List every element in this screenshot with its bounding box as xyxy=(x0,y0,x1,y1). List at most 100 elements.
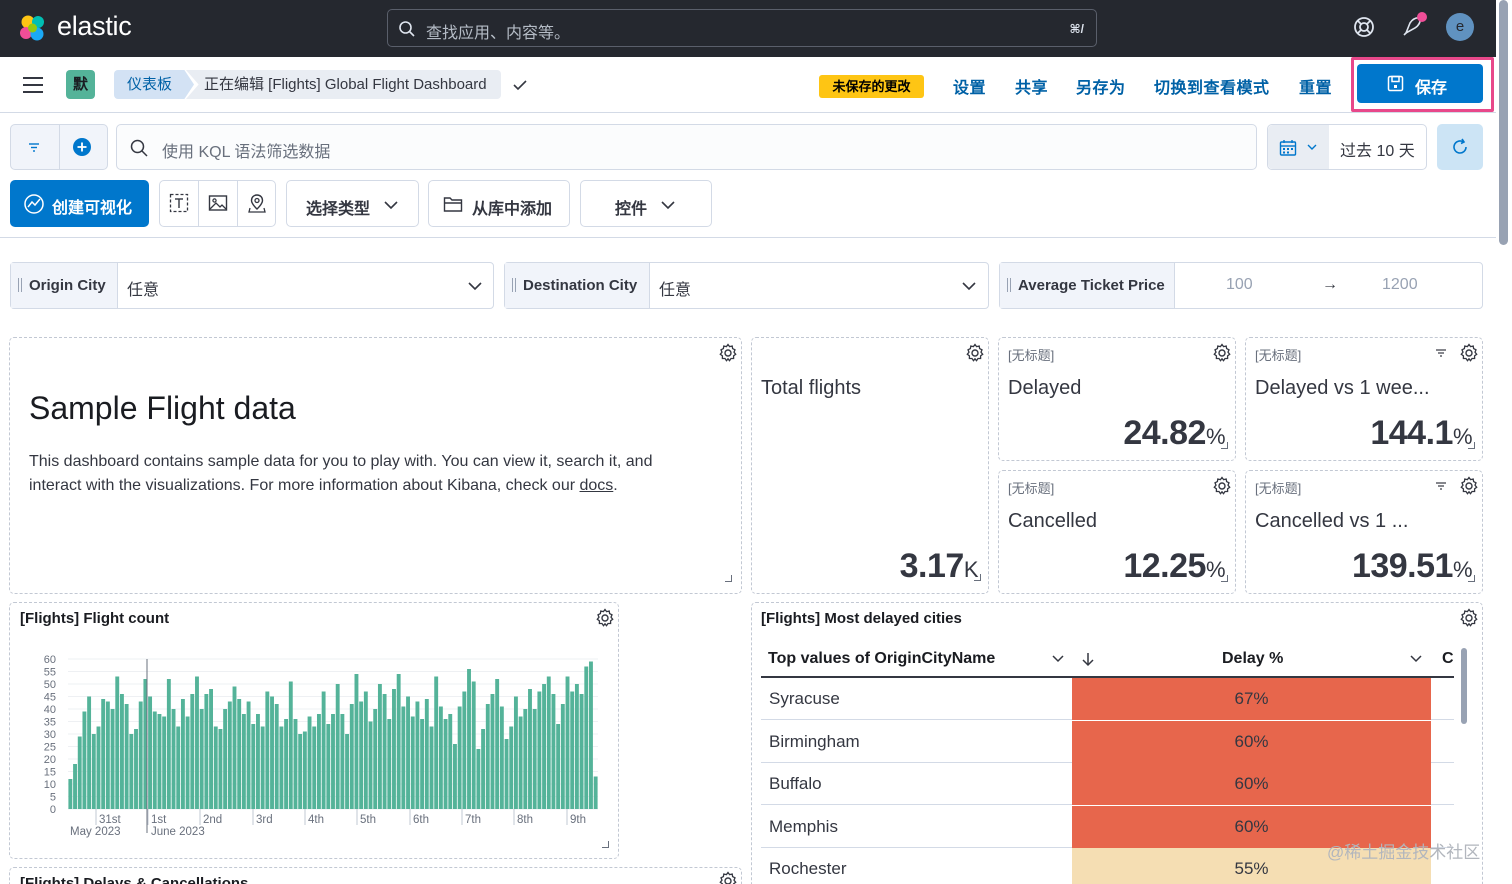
add-text-button[interactable] xyxy=(160,181,199,226)
resize-handle[interactable] xyxy=(1221,442,1228,449)
city-cell: Syracuse xyxy=(769,689,840,708)
quick-select-button[interactable] xyxy=(1268,125,1329,169)
x-tick-label: 1st xyxy=(151,814,167,826)
gear-icon[interactable] xyxy=(965,343,985,363)
add-map-button[interactable] xyxy=(238,181,277,226)
settings-link[interactable]: 设置 xyxy=(953,74,986,98)
resize-handle[interactable] xyxy=(1468,575,1475,582)
breadcrumb-dashboards[interactable]: 仪表板 xyxy=(114,70,194,99)
kql-query-input[interactable]: 使用 KQL 语法筛选数据 xyxy=(116,124,1257,170)
gear-icon[interactable] xyxy=(1459,608,1479,628)
bar xyxy=(349,704,354,809)
time-range-label[interactable]: 过去 10 天 xyxy=(1340,137,1415,161)
gear-icon[interactable] xyxy=(1212,476,1232,496)
global-search-input[interactable]: 查找应用、内容等。 ⌘/ xyxy=(387,9,1097,47)
bar xyxy=(467,669,471,809)
reset-link[interactable]: 重置 xyxy=(1299,74,1332,98)
create-visualization-label: 创建可视化 xyxy=(52,200,133,217)
sort-descending-icon[interactable] xyxy=(1081,651,1095,667)
quick-add-buttons xyxy=(159,180,276,227)
page-scrollbar-thumb[interactable] xyxy=(1499,0,1508,245)
filter-lines-icon[interactable] xyxy=(1435,481,1447,491)
share-link[interactable]: 共享 xyxy=(1015,74,1048,98)
refresh-button[interactable] xyxy=(1437,124,1483,170)
drag-handle-icon[interactable] xyxy=(1007,278,1011,292)
resize-handle[interactable] xyxy=(1468,442,1475,449)
user-avatar[interactable]: e xyxy=(1446,13,1474,41)
create-visualization-icon xyxy=(24,194,44,214)
range-arrow-icon: → xyxy=(1322,276,1338,293)
add-image-button[interactable] xyxy=(199,181,238,226)
bar xyxy=(307,716,312,809)
delayed-metric-panel: [无标题] Delayed 24.82% xyxy=(998,337,1236,461)
table-row[interactable]: Birmingham 60% xyxy=(761,720,1454,763)
y-tick-label: 35 xyxy=(44,717,56,729)
select-type-label: 选择类型 xyxy=(306,201,371,218)
save-button[interactable]: 保存 xyxy=(1357,64,1483,103)
text-icon xyxy=(169,193,189,213)
bar xyxy=(363,691,368,809)
table-row[interactable]: Syracuse 67% xyxy=(761,678,1454,720)
elastic-logo-icon[interactable] xyxy=(18,13,48,43)
bar xyxy=(190,694,195,809)
check-icon[interactable] xyxy=(511,76,529,94)
y-tick-label: 0 xyxy=(50,804,56,816)
drag-handle-icon[interactable] xyxy=(18,278,22,292)
destination-city-control[interactable]: Destination City 任意 xyxy=(504,262,989,309)
gear-icon[interactable] xyxy=(718,343,738,363)
price-min-input[interactable]: 100 xyxy=(1226,276,1253,294)
bar xyxy=(481,729,486,809)
switch-to-view-mode-link[interactable]: 切换到查看模式 xyxy=(1154,74,1270,98)
bar xyxy=(246,701,251,809)
kql-placeholder: 使用 KQL 语法筛选数据 xyxy=(162,144,331,161)
resize-handle[interactable] xyxy=(1221,575,1228,582)
search-shortcut: ⌘/ xyxy=(1069,22,1084,36)
controls-dropdown[interactable]: 控件 xyxy=(580,180,712,227)
bar xyxy=(448,714,453,809)
resize-handle[interactable] xyxy=(974,574,981,581)
table-header: Top values of OriginCityName Delay % C xyxy=(761,641,1454,678)
table-scrollbar[interactable] xyxy=(1461,648,1467,724)
origin-city-control[interactable]: Origin City 任意 xyxy=(10,262,494,309)
gear-icon[interactable] xyxy=(1459,343,1479,363)
help-icon[interactable] xyxy=(1353,16,1375,38)
gear-icon[interactable] xyxy=(1459,476,1479,496)
bar xyxy=(331,714,335,809)
bar xyxy=(138,701,143,809)
docs-link[interactable]: docs xyxy=(580,477,614,494)
date-picker[interactable]: 过去 10 天 xyxy=(1267,124,1427,170)
bar xyxy=(542,684,547,809)
brand-name[interactable]: elastic xyxy=(57,11,132,42)
bar xyxy=(204,694,209,809)
add-filter-plus-icon[interactable] xyxy=(72,137,92,157)
bar xyxy=(129,734,134,809)
chevron-down-icon[interactable] xyxy=(1409,654,1423,664)
save-as-link[interactable]: 另存为 xyxy=(1076,74,1126,98)
chevron-down-icon[interactable] xyxy=(1051,654,1065,664)
resize-handle[interactable] xyxy=(725,575,732,582)
drag-handle-icon[interactable] xyxy=(512,278,516,292)
hamburger-menu-icon[interactable] xyxy=(22,75,44,95)
gear-icon[interactable] xyxy=(595,608,615,628)
add-from-library-button[interactable]: 从库中添加 xyxy=(428,180,570,227)
space-badge[interactable]: 默 xyxy=(66,70,95,99)
column-header-delay[interactable]: Delay % xyxy=(1222,650,1283,668)
column-header-city[interactable]: Top values of OriginCityName xyxy=(768,650,995,668)
average-ticket-price-control[interactable]: Average Ticket Price 100 → 1200 xyxy=(999,262,1483,309)
bar xyxy=(91,734,96,809)
create-visualization-button[interactable]: 创建可视化 xyxy=(10,180,149,227)
price-max-input[interactable]: 1200 xyxy=(1382,276,1418,294)
gear-icon[interactable] xyxy=(1212,343,1232,363)
column-header-truncated[interactable]: C xyxy=(1442,650,1454,668)
filter-icon[interactable] xyxy=(25,140,43,154)
panel-description: This dashboard contains sample data for … xyxy=(29,450,709,498)
panel-title: [Flights] Most delayed cities xyxy=(761,610,962,627)
filter-lines-icon[interactable] xyxy=(1435,348,1447,358)
chevron-down-icon xyxy=(661,201,675,210)
bar xyxy=(457,706,462,809)
select-type-dropdown[interactable]: 选择类型 xyxy=(286,180,419,227)
flight-count-bar-chart[interactable]: 051015202530354045505560 31stMay 2023 1stJ… xyxy=(10,640,610,845)
table-row[interactable]: Buffalo 60% xyxy=(761,763,1454,805)
gear-icon[interactable] xyxy=(718,871,738,884)
bar xyxy=(157,714,162,809)
